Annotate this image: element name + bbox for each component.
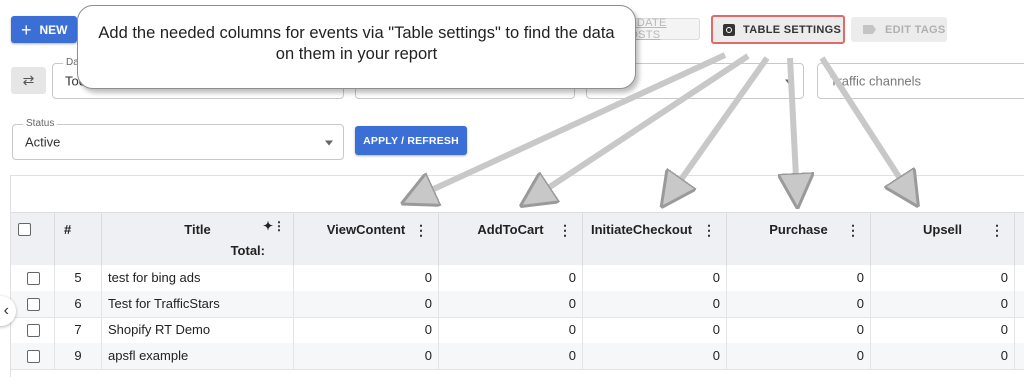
callout-text: Add the needed columns for events via "T… xyxy=(98,24,615,63)
callout-bubble: Add the needed columns for events via "T… xyxy=(77,5,636,89)
chevron-left-icon: ‹ xyxy=(3,302,9,319)
arrow-to-purchase xyxy=(790,57,797,197)
arrow-to-upsell xyxy=(819,56,912,197)
